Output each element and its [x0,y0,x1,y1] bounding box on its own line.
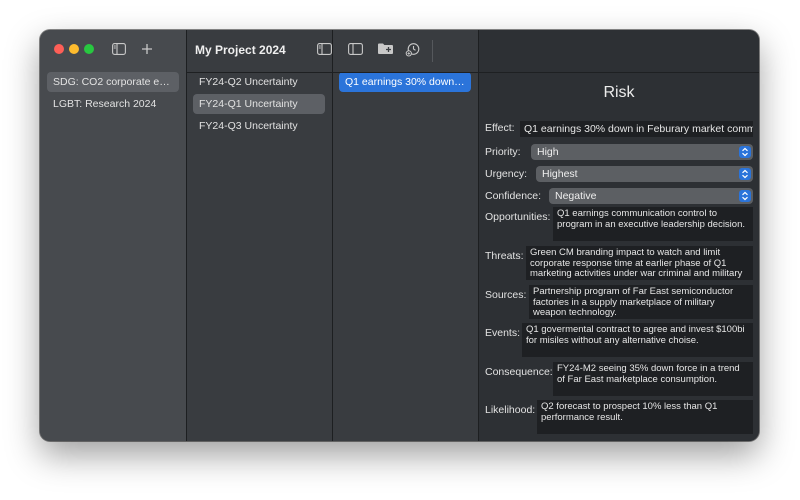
detail-title: Risk [603,84,635,101]
project-title: My Project 2024 [195,43,286,57]
effect-label: Effect: [485,122,515,134]
sidebar-item-label: LGBT: Research 2024 [53,98,157,110]
panel-left-icon[interactable] [316,42,332,56]
events-field[interactable]: Q1 govermental contract to agree and inv… [522,323,753,357]
zoom-window-button[interactable] [84,44,94,54]
minimize-window-button[interactable] [69,44,79,54]
sources-label: Sources: [485,289,527,301]
toolbar-divider [187,72,759,73]
list-item-label: FY24-Q3 Uncertainty [199,120,298,132]
sources-field[interactable]: Partnership program of Far East semicond… [529,285,753,319]
urgency-value: Highest [542,168,578,180]
likelihood-label: Likelihood: [485,404,536,416]
risk-entries-list: Q1 earnings 30% down in... [333,30,479,441]
priority-value: High [537,146,559,158]
entry-item-label: Q1 earnings 30% down in... [345,76,471,88]
chevron-updown-icon [739,146,751,158]
sidebar-toggle-icon[interactable] [112,42,126,56]
chevron-updown-icon [739,168,751,180]
confidence-label: Confidence: [485,190,542,202]
opportunities-label: Opportunities: [485,211,551,223]
effect-field[interactable]: Q1 earnings 30% down in Feburary market … [520,121,753,137]
list-item-fy24-q1[interactable]: FY24-Q1 Uncertainty [193,94,325,114]
panel-split-icon[interactable] [347,42,363,56]
threats-field[interactable]: Green CM branding impact to watch and li… [526,246,753,280]
folder-add-icon[interactable] [376,41,394,56]
list-item-fy24-q3[interactable]: FY24-Q3 Uncertainty [193,116,325,136]
opportunities-field[interactable]: Q1 earnings communication control to pro… [553,207,753,241]
add-icon[interactable] [140,42,154,56]
sidebar-item-sdg[interactable]: SDG: CO2 corporate emis... [47,72,179,92]
sidebar-item-label: SDG: CO2 corporate emis... [53,76,179,88]
entry-item-q1-earnings[interactable]: Q1 earnings 30% down in... [339,72,471,92]
app-window: SDG: CO2 corporate emis... LGBT: Researc… [40,30,759,441]
priority-label: Priority: [485,146,521,158]
list-item-label: FY24-Q1 Uncertainty [199,98,298,110]
priority-select[interactable]: High [531,144,753,160]
confidence-value: Negative [555,190,597,202]
history-icon[interactable] [404,41,420,57]
toolbar-separator [432,40,433,62]
consequence-label: Consequence: [485,366,553,378]
threats-label: Threats: [485,250,524,262]
likelihood-field[interactable]: Q2 forecast to prospect 10% less than Q1… [537,400,753,434]
sidebar: SDG: CO2 corporate emis... LGBT: Researc… [40,30,187,441]
risk-detail-panel: Risk Effect: Q1 earnings 30% down in Feb… [479,30,759,441]
list-item-fy24-q2[interactable]: FY24-Q2 Uncertainty [193,72,325,92]
chevron-updown-icon [739,190,751,202]
events-label: Events: [485,327,521,339]
sidebar-item-lgbt[interactable]: LGBT: Research 2024 [47,94,179,114]
consequence-field[interactable]: FY24-M2 seeing 35% down force in a trend… [553,362,753,396]
urgency-label: Urgency: [485,168,528,180]
list-item-label: FY24-Q2 Uncertainty [199,76,298,88]
close-window-button[interactable] [54,44,64,54]
urgency-select[interactable]: Highest [536,166,753,182]
uncertainty-list: FY24-Q2 Uncertainty FY24-Q1 Uncertainty … [187,30,333,441]
confidence-select[interactable]: Negative [549,188,753,204]
